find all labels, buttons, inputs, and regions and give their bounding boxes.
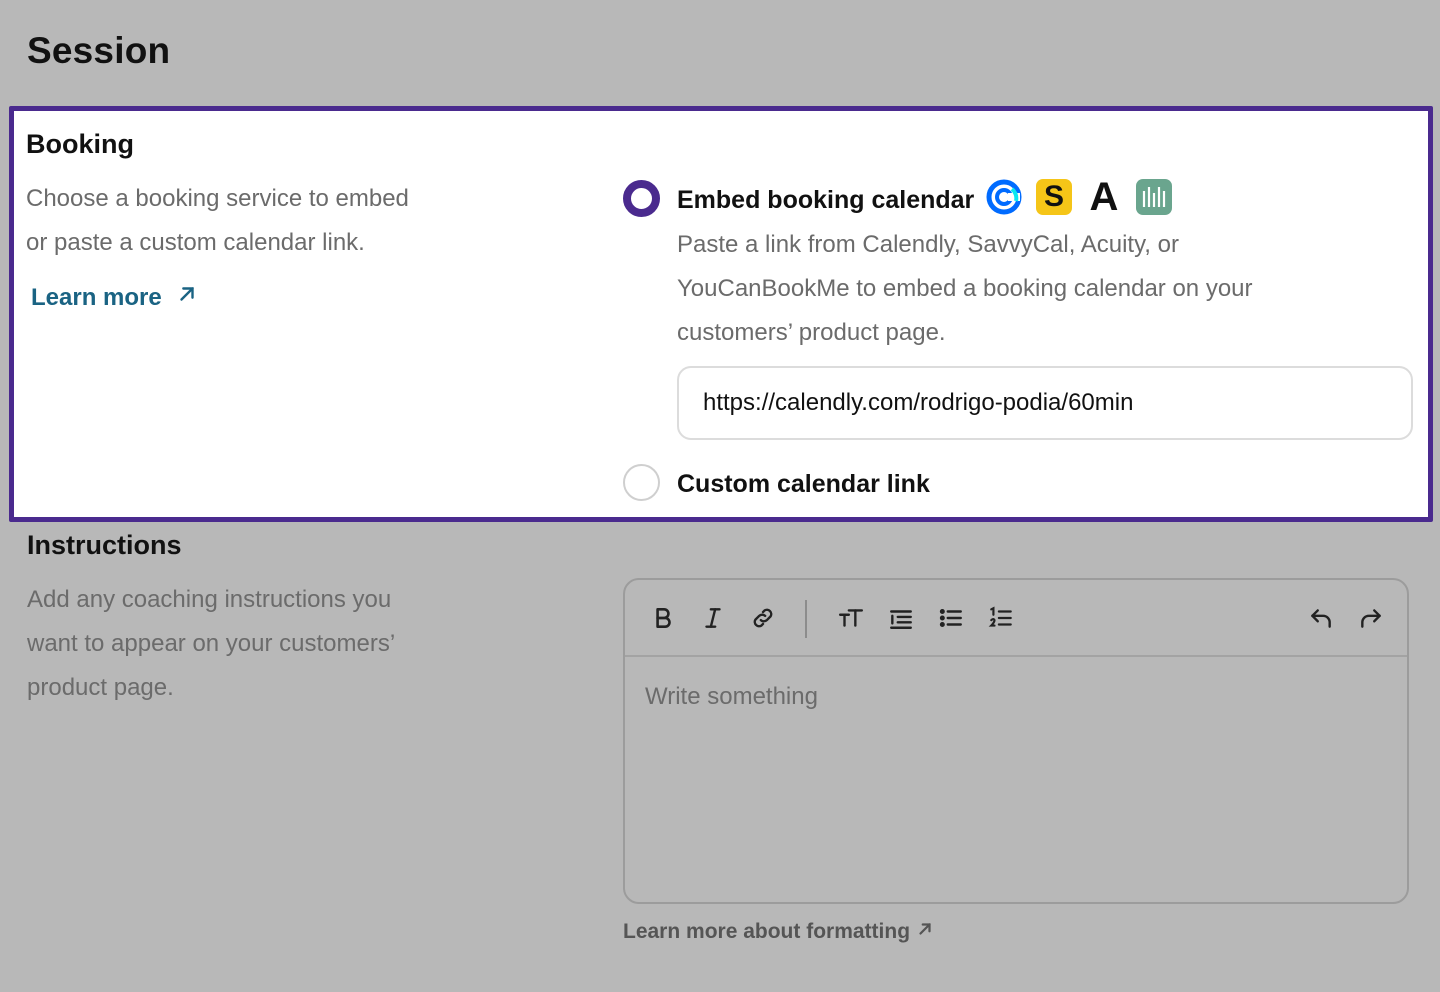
redo-icon[interactable] [1353, 600, 1389, 636]
rich-text-editor: Write something [623, 578, 1409, 904]
bullet-list-icon[interactable] [933, 600, 969, 636]
page-title: Session [27, 30, 171, 71]
booking-heading: Booking [26, 129, 134, 159]
service-icons: S A [986, 174, 1172, 219]
custom-calendar-label[interactable]: Custom calendar link [677, 470, 930, 499]
indent-list-icon[interactable] [883, 600, 919, 636]
link-icon[interactable] [745, 600, 781, 636]
calendar-url-input[interactable] [677, 366, 1413, 440]
bold-icon[interactable] [645, 600, 681, 636]
learn-more-label: Learn more [31, 283, 162, 311]
embed-calendar-description: Paste a link from Calendly, SavvyCal, Ac… [677, 231, 1253, 346]
custom-calendar-radio[interactable] [623, 464, 660, 501]
embed-calendar-label[interactable]: Embed booking calendar [677, 186, 974, 215]
acuity-icon: A [1089, 174, 1119, 219]
instructions-heading: Instructions [27, 530, 182, 560]
calendly-icon [986, 179, 1022, 215]
savvycal-icon: S [1036, 179, 1072, 215]
learn-more-link[interactable]: Learn more [31, 283, 198, 312]
embed-calendar-radio[interactable] [623, 180, 660, 217]
toolbar-divider [805, 600, 807, 638]
editor-text-area[interactable]: Write something [625, 657, 1407, 902]
text-size-icon[interactable] [833, 600, 869, 636]
italic-icon[interactable] [695, 600, 731, 636]
external-arrow-icon [916, 920, 934, 944]
formatting-help-label: Learn more about formatting [623, 920, 911, 943]
undo-icon[interactable] [1303, 600, 1339, 636]
numbered-list-icon[interactable] [983, 600, 1019, 636]
booking-description: Choose a booking service to embed or pas… [26, 185, 409, 256]
formatting-help-link[interactable]: Learn more about formatting [623, 920, 934, 944]
external-arrow-icon [176, 283, 198, 312]
booking-section: Booking Choose a booking service to embe… [9, 106, 1433, 522]
editor-toolbar [625, 580, 1407, 657]
editor-placeholder: Write something [645, 683, 818, 710]
instructions-description: Add any coaching instructions you want t… [27, 586, 396, 701]
youcanbookme-icon [1136, 179, 1172, 215]
